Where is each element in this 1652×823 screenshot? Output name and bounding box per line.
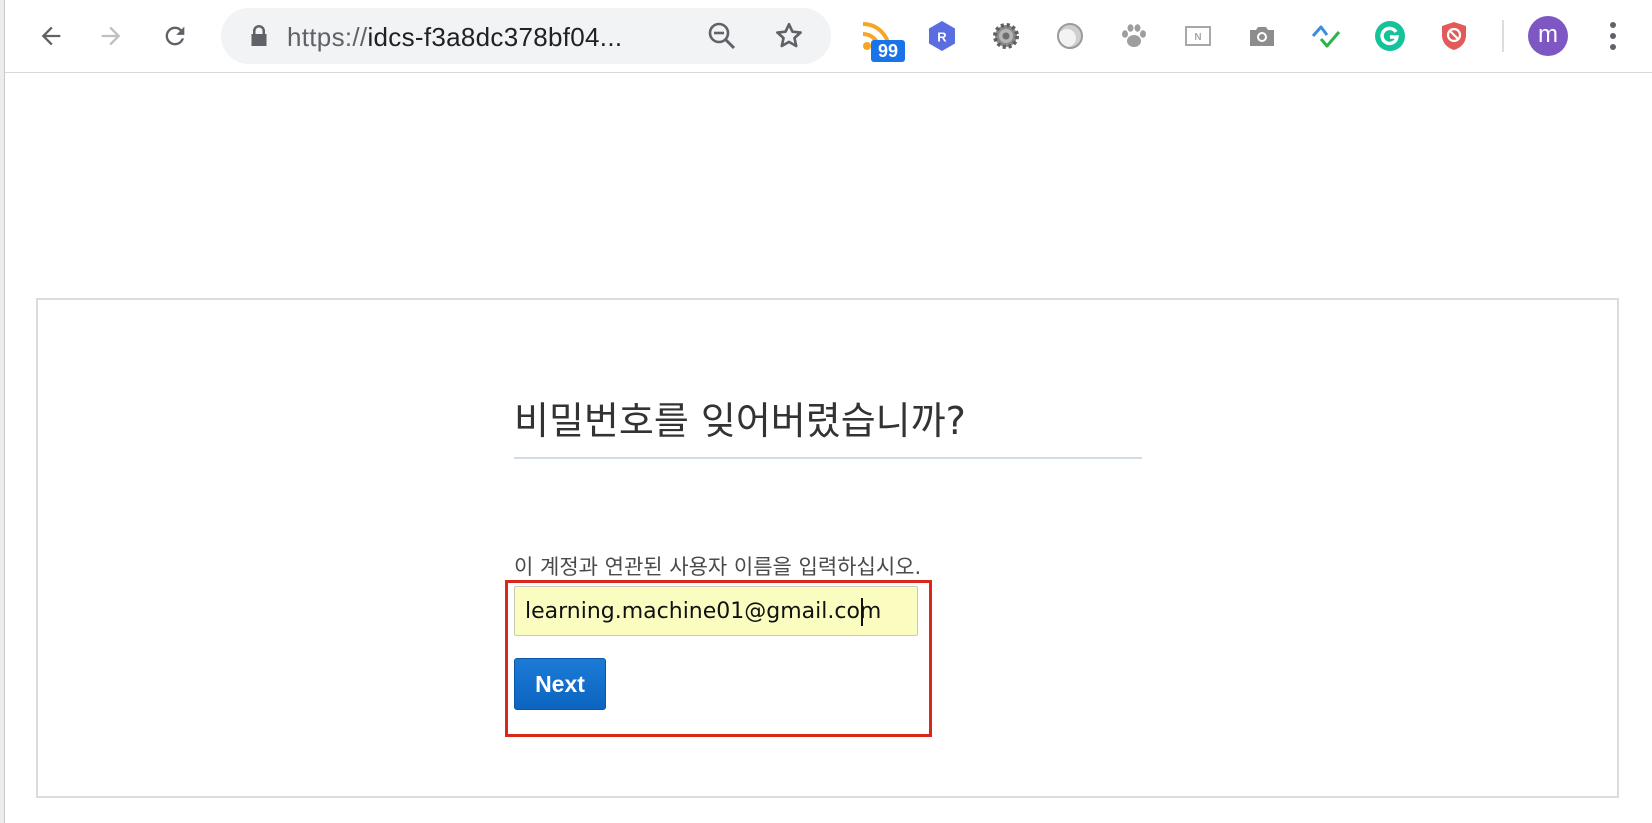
rss-unread-badge: 99: [871, 40, 905, 62]
text-caret: [861, 598, 863, 626]
browser-toolbar: https://idcs-f3a8dc378bf04... 99 R N m: [5, 0, 1652, 73]
notion-extension[interactable]: N: [1178, 16, 1218, 56]
adblock-extension[interactable]: [1434, 16, 1474, 56]
arrow-right-icon: [101, 26, 121, 46]
grammarly-extension[interactable]: [1370, 16, 1410, 56]
title-divider: [514, 457, 1142, 459]
check-zigzag-icon: [1311, 25, 1341, 48]
username-input[interactable]: [514, 586, 918, 636]
more-vert-icon[interactable]: [1601, 16, 1625, 56]
next-button[interactable]: Next: [514, 658, 606, 710]
arrow-left-icon: [41, 26, 61, 46]
username-prompt: 이 계정과 연관된 사용자 이름을 입력하십시오.: [514, 555, 922, 579]
background-window-edge: [0, 0, 5, 823]
gear-icon: [993, 23, 1019, 49]
r-hexagon-icon: R: [929, 21, 955, 51]
paw-extension[interactable]: [1114, 16, 1154, 56]
r-extension[interactable]: R: [922, 16, 962, 56]
paw-icon: [1122, 24, 1146, 47]
star-icon[interactable]: [773, 20, 805, 52]
notion-icon: N: [1185, 26, 1211, 46]
back-button[interactable]: [31, 16, 71, 56]
shield-block-icon: [1442, 22, 1466, 50]
circle-extension[interactable]: [1050, 16, 1090, 56]
toolbar-divider: [1502, 20, 1504, 52]
circle-icon: [1057, 23, 1083, 49]
profile-avatar[interactable]: m: [1528, 16, 1568, 56]
page-title: 비밀번호를 잊어버렸습니까?: [514, 399, 966, 443]
check-extension[interactable]: [1306, 16, 1346, 56]
camera-icon: [1250, 27, 1274, 46]
screenshot-extension[interactable]: [1242, 16, 1282, 56]
zoom-out-icon[interactable]: [707, 21, 737, 51]
forward-button[interactable]: [91, 16, 131, 56]
url-text[interactable]: https://idcs-f3a8dc378bf04...: [287, 22, 622, 53]
url-host: idcs-f3a8dc378bf04...: [367, 22, 623, 52]
address-bar[interactable]: https://idcs-f3a8dc378bf04...: [221, 8, 831, 64]
grammarly-icon: [1375, 21, 1405, 51]
settings-extension[interactable]: [986, 16, 1026, 56]
reload-button[interactable]: [155, 16, 195, 56]
url-scheme: https://: [287, 22, 368, 52]
lock-icon: [251, 25, 267, 46]
svg-text:R: R: [937, 30, 947, 45]
reload-icon: [165, 26, 185, 46]
svg-text:N: N: [1194, 32, 1201, 43]
